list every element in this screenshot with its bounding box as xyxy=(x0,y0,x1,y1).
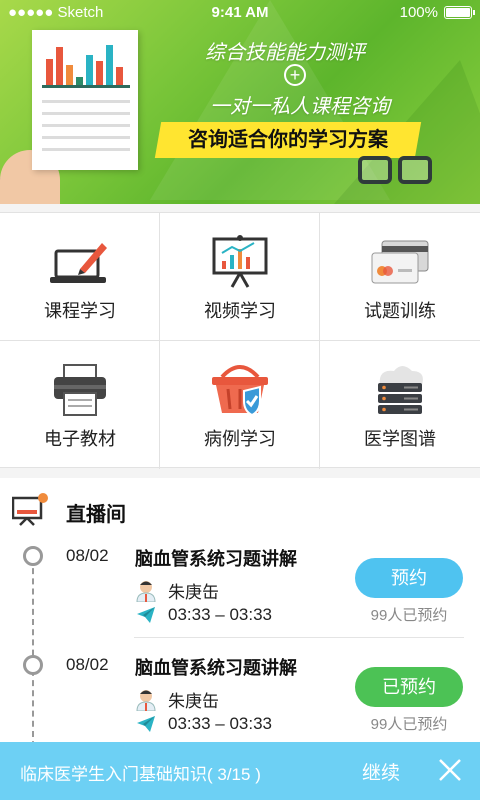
menu-item-ebook[interactable]: 电子教材 xyxy=(0,341,160,469)
live-date: 08/02 xyxy=(66,655,109,674)
paper-plane-icon xyxy=(137,716,155,732)
menu-item-label: 视频学习 xyxy=(204,301,276,321)
basket-shield-icon xyxy=(212,365,268,417)
menu-item-label: 电子教材 xyxy=(44,429,116,449)
doctor-avatar-icon xyxy=(136,581,156,602)
live-item: 08/02 脑血管系统习题讲解 朱庚缶 03:33 – 03:33 预约 99人… xyxy=(0,546,480,654)
cards-icon xyxy=(371,240,429,284)
status-bar: ●●●●● Sketch 9:41 AM 100% xyxy=(0,0,480,26)
timeline-dot xyxy=(23,655,43,675)
close-icon[interactable] xyxy=(436,756,464,784)
presentation-board-icon xyxy=(212,235,268,288)
continue-button[interactable]: 继续 xyxy=(362,758,400,785)
live-time: 03:33 – 03:33 xyxy=(168,605,272,624)
menu-item-label: 课程学习 xyxy=(44,301,116,321)
menu-item-label: 病例学习 xyxy=(204,429,276,449)
teacher-name: 朱庚缶 xyxy=(168,583,219,602)
banner-line-2: 一对一私人课程咨询 xyxy=(210,96,390,118)
plus-icon: + xyxy=(284,64,306,86)
divider xyxy=(134,637,464,638)
banner-line-1: 综合技能能力测评 xyxy=(205,42,365,64)
cloud-server-icon xyxy=(378,366,423,414)
laptop-pen-icon xyxy=(50,243,107,283)
paper-plane-icon xyxy=(137,607,155,623)
menu-item-exercise[interactable]: 试题训练 xyxy=(320,213,480,341)
live-title[interactable]: 脑血管系统习题讲解 xyxy=(135,654,297,680)
current-course-text: 临床医学生入门基础知识( 3/15 ) xyxy=(20,765,261,784)
menu-item-label: 试题训练 xyxy=(364,301,436,321)
reserve-button[interactable]: 预约 xyxy=(355,558,463,598)
doctor-avatar-icon xyxy=(136,690,156,711)
printer-icon xyxy=(54,364,106,416)
report-paper-illustration xyxy=(32,30,138,170)
battery-icon xyxy=(444,6,475,19)
menu-item-video[interactable]: 视频学习 xyxy=(160,213,320,341)
glasses-illustration xyxy=(358,150,434,190)
menu-item-course[interactable]: 课程学习 xyxy=(0,213,160,341)
continue-learning-bar[interactable]: 临床医学生入门基础知识( 3/15 ) 继续 xyxy=(0,742,480,800)
live-time: 03:33 – 03:33 xyxy=(168,714,272,733)
reserve-count: 99人已预约 xyxy=(370,716,448,733)
teacher-name: 朱庚缶 xyxy=(168,692,219,711)
bar-chart-illustration xyxy=(42,40,130,88)
timeline-dot xyxy=(23,546,43,566)
live-date: 08/02 xyxy=(66,546,109,565)
live-room-icon xyxy=(12,493,48,526)
reserved-button[interactable]: 已预约 xyxy=(355,667,463,707)
live-title[interactable]: 脑血管系统习题讲解 xyxy=(135,545,297,571)
feature-grid: 课程学习 视频学习 试题训练 电子教材 病例学习 医学图谱 xyxy=(0,212,480,469)
promo-banner[interactable]: 综合技能能力测评 + 一对一私人课程咨询 咨询适合你的学习方案 ●●●●● Sk… xyxy=(0,0,480,204)
menu-item-atlas[interactable]: 医学图谱 xyxy=(320,341,480,469)
reserve-count: 99人已预约 xyxy=(370,607,448,624)
section-title: 直播间 xyxy=(66,504,126,526)
menu-item-case[interactable]: 病例学习 xyxy=(160,341,320,469)
menu-item-label: 医学图谱 xyxy=(364,429,436,449)
battery-percent: 100% xyxy=(399,4,438,21)
